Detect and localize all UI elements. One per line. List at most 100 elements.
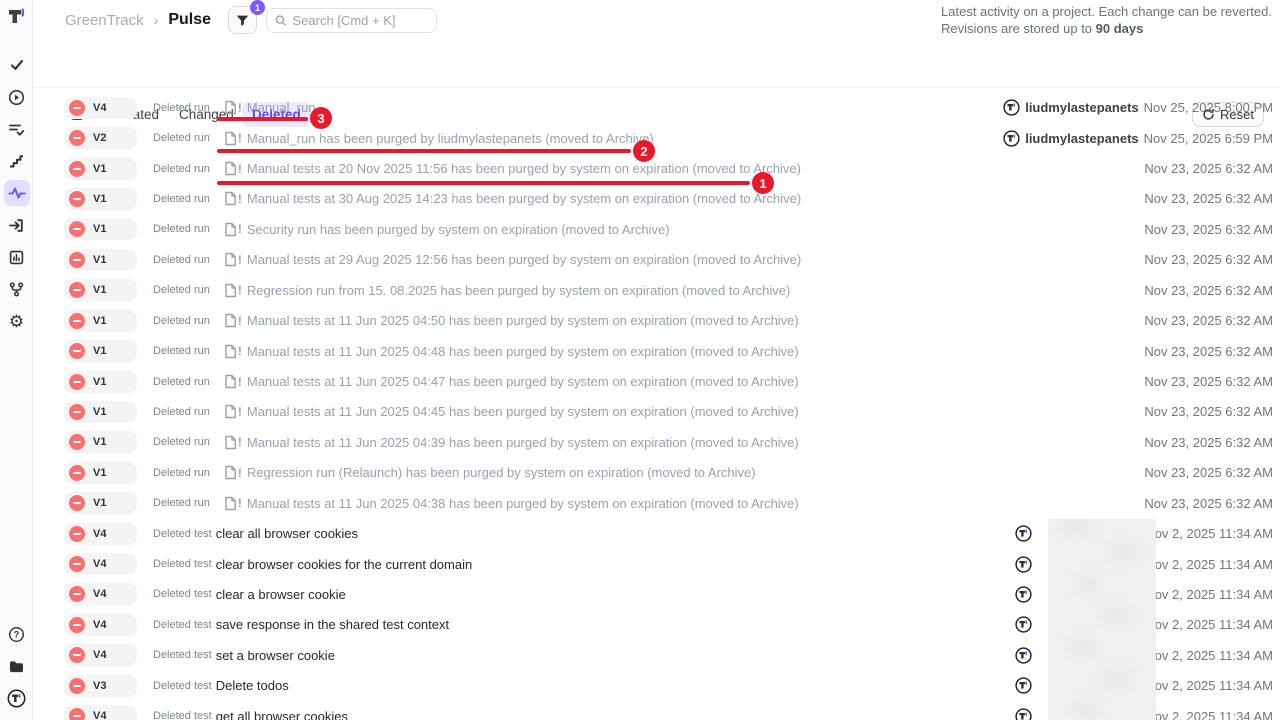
action-label: Deleted run bbox=[153, 497, 210, 509]
warning-exclamation: ! bbox=[238, 253, 242, 267]
folder-icon[interactable] bbox=[4, 653, 30, 679]
play-circle-icon[interactable] bbox=[4, 84, 30, 110]
version-badge: V2 bbox=[64, 127, 137, 149]
version-badge: V1 bbox=[64, 158, 137, 180]
row-title[interactable]: Manual tests at 11 Jun 2025 04:50 has be… bbox=[247, 313, 799, 328]
sidebar: ⚙ ? bbox=[0, 0, 33, 720]
activity-row[interactable]: V1 Deleted run ! Manual tests at 20 Nov … bbox=[33, 153, 1280, 183]
document-icon: ! bbox=[224, 252, 242, 267]
list-check-icon[interactable] bbox=[4, 116, 30, 142]
pulse-icon[interactable] bbox=[4, 180, 30, 206]
action-label: Deleted run bbox=[153, 436, 210, 448]
row-title[interactable]: Security run has been purged by system o… bbox=[247, 222, 670, 237]
document-icon: ! bbox=[224, 131, 242, 146]
search-input[interactable] bbox=[293, 13, 428, 28]
sign-in-icon[interactable] bbox=[4, 212, 30, 238]
deleted-minus-icon bbox=[69, 434, 85, 450]
row-title[interactable]: Manual_run bbox=[247, 100, 316, 115]
blurred-usernames-region bbox=[1048, 519, 1156, 720]
action-label: Deleted run bbox=[153, 284, 210, 296]
deleted-minus-icon bbox=[69, 191, 85, 207]
activity-row[interactable]: V1 Deleted run ! Manual tests at 29 Aug … bbox=[33, 245, 1280, 275]
app-logo-icon[interactable] bbox=[6, 6, 28, 28]
row-title[interactable]: Delete todos bbox=[216, 678, 289, 693]
version-label: V4 bbox=[93, 649, 106, 661]
breadcrumb-project[interactable]: GreenTrack bbox=[65, 12, 144, 29]
timestamp: Nov 2, 2025 11:34 AM bbox=[1145, 617, 1273, 632]
action-label: Deleted run bbox=[153, 406, 210, 418]
user-name[interactable]: liudmylastepanets bbox=[1025, 131, 1138, 146]
version-label: V2 bbox=[93, 132, 106, 144]
deleted-minus-icon bbox=[69, 374, 85, 390]
timestamp: Nov 2, 2025 11:34 AM bbox=[1145, 648, 1273, 663]
info-line-2: Revisions are stored up to 90 days bbox=[941, 20, 1272, 37]
activity-row[interactable]: V1 Deleted run ! Manual tests at 11 Jun … bbox=[33, 397, 1280, 427]
document-icon: ! bbox=[224, 404, 242, 419]
warning-exclamation: ! bbox=[238, 131, 242, 145]
action-label: Deleted test bbox=[153, 649, 212, 661]
branch-icon[interactable] bbox=[4, 276, 30, 302]
version-label: V3 bbox=[93, 680, 106, 692]
version-badge: V1 bbox=[64, 371, 137, 393]
deleted-minus-icon bbox=[69, 282, 85, 298]
timestamp: Nov 23, 2025 6:32 AM bbox=[1144, 222, 1273, 237]
deleted-minus-icon bbox=[69, 526, 85, 542]
activity-row[interactable]: V1 Deleted run ! Manual tests at 11 Jun … bbox=[33, 366, 1280, 396]
activity-row[interactable]: V1 Deleted run ! Regression run (Relaunc… bbox=[33, 458, 1280, 488]
row-title[interactable]: set a browser cookie bbox=[216, 648, 335, 663]
row-title[interactable]: Manual tests at 11 Jun 2025 04:39 has be… bbox=[247, 435, 799, 450]
document-icon: ! bbox=[224, 496, 242, 511]
activity-row[interactable]: V1 Deleted run ! Manual tests at 11 Jun … bbox=[33, 305, 1280, 335]
row-title[interactable]: save response in the shared test context bbox=[216, 617, 449, 632]
topbar: GreenTrack › Pulse 1 Latest activity on … bbox=[33, 0, 1280, 44]
version-label: V1 bbox=[93, 345, 106, 357]
document-icon: ! bbox=[224, 191, 242, 206]
document-icon: ! bbox=[224, 465, 242, 480]
activity-row[interactable]: V1 Deleted run ! Manual tests at 11 Jun … bbox=[33, 336, 1280, 366]
document-icon: ! bbox=[224, 100, 242, 115]
profile-avatar-icon[interactable] bbox=[4, 685, 30, 711]
activity-row[interactable]: V1 Deleted run ! Regression run from 15.… bbox=[33, 275, 1280, 305]
row-title[interactable]: clear all browser cookies bbox=[216, 526, 358, 541]
row-title[interactable]: Manual tests at 11 Jun 2025 04:45 has be… bbox=[247, 404, 799, 419]
activity-row[interactable]: V1 Deleted run ! Manual tests at 30 Aug … bbox=[33, 184, 1280, 214]
row-title[interactable]: Manual tests at 29 Aug 2025 12:56 has be… bbox=[247, 252, 801, 267]
bar-chart-icon[interactable] bbox=[4, 244, 30, 270]
deleted-minus-icon bbox=[69, 586, 85, 602]
warning-exclamation: ! bbox=[238, 222, 242, 236]
version-label: V1 bbox=[93, 315, 106, 327]
activity-row[interactable]: V1 Deleted run ! Manual tests at 11 Jun … bbox=[33, 488, 1280, 518]
activity-row[interactable]: V1 Deleted run ! Security run has been p… bbox=[33, 214, 1280, 244]
user-avatar-icon bbox=[1015, 616, 1032, 633]
action-label: Deleted test bbox=[153, 680, 212, 692]
deleted-minus-icon bbox=[69, 313, 85, 329]
row-title[interactable]: Manual tests at 11 Jun 2025 04:38 has be… bbox=[247, 496, 799, 511]
warning-exclamation: ! bbox=[238, 283, 242, 297]
help-icon[interactable]: ? bbox=[4, 621, 30, 647]
version-badge: V4 bbox=[64, 614, 137, 636]
row-title[interactable]: Manual tests at 20 Nov 2025 11:56 has be… bbox=[247, 161, 801, 176]
user-name[interactable]: liudmylastepanets bbox=[1025, 100, 1138, 115]
activity-row[interactable]: V1 Deleted run ! Manual tests at 11 Jun … bbox=[33, 427, 1280, 457]
row-title[interactable]: Manual tests at 11 Jun 2025 04:48 has be… bbox=[247, 344, 799, 359]
row-title[interactable]: Manual tests at 30 Aug 2025 14:23 has be… bbox=[247, 191, 801, 206]
user-avatar-icon bbox=[1015, 708, 1032, 720]
retention-days: 90 days bbox=[1096, 21, 1144, 36]
row-title[interactable]: clear browser cookies for the current do… bbox=[216, 557, 473, 572]
annotation-marker-3: 3 bbox=[310, 107, 332, 129]
timestamp: Nov 23, 2025 6:32 AM bbox=[1144, 374, 1273, 389]
gear-icon[interactable]: ⚙ bbox=[4, 308, 30, 334]
row-title[interactable]: Manual tests at 11 Jun 2025 04:47 has be… bbox=[247, 374, 799, 389]
timestamp: Nov 2, 2025 11:34 AM bbox=[1145, 557, 1273, 572]
row-title[interactable]: Regression run (Relaunch) has been purge… bbox=[247, 465, 756, 480]
row-title[interactable]: get all browser cookies bbox=[216, 709, 348, 720]
row-meta: Nov 23, 2025 6:32 AM bbox=[1144, 313, 1273, 328]
version-label: V1 bbox=[93, 376, 106, 388]
check-icon[interactable] bbox=[4, 52, 30, 78]
warning-exclamation: ! bbox=[238, 405, 242, 419]
row-title[interactable]: Regression run from 15. 08.2025 has been… bbox=[247, 283, 790, 298]
action-label: Deleted run bbox=[153, 345, 210, 357]
row-title[interactable]: Manual_run has been purged by liudmylast… bbox=[247, 131, 654, 146]
row-title[interactable]: clear a browser cookie bbox=[216, 587, 346, 602]
steps-icon[interactable] bbox=[4, 148, 30, 174]
